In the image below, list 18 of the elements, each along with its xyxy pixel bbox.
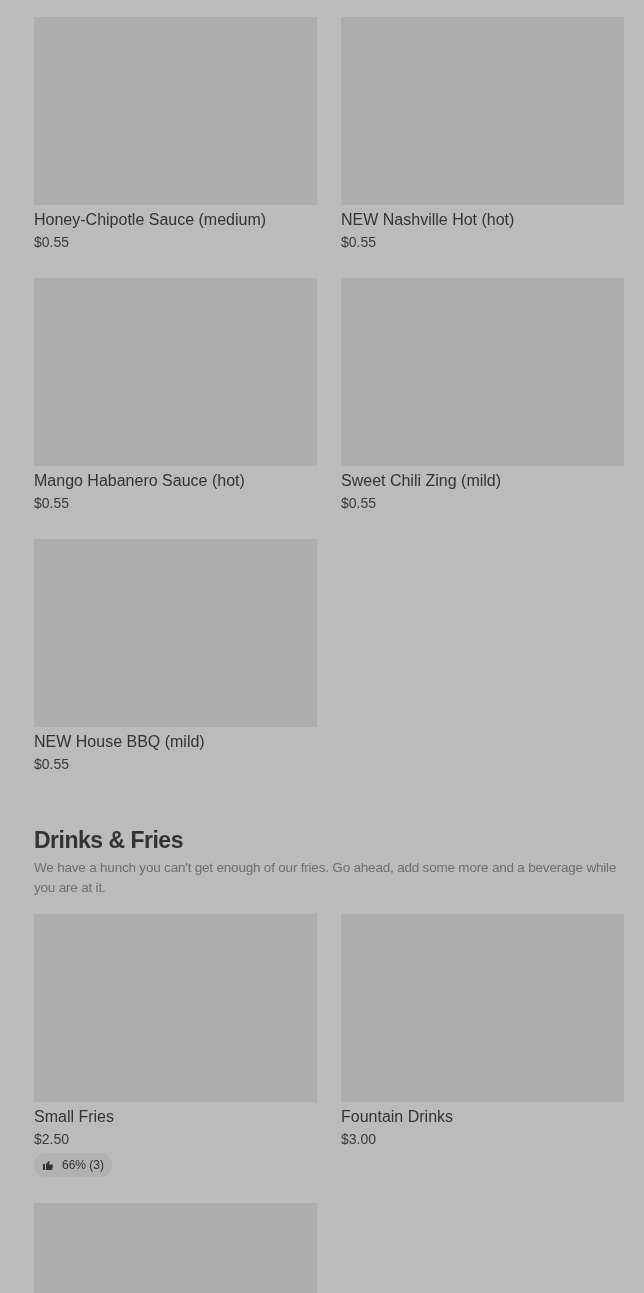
item-price: $0.55 [341, 494, 378, 513]
item-price: $3.00 [341, 1130, 378, 1149]
section-description: We have a hunch you can't get enough of our fries. Go ahead, add some more and a beverage while you are at it. [34, 859, 618, 897]
item-price: $2.50 [34, 1130, 71, 1149]
item-price: $0.55 [34, 233, 71, 252]
item-name: Sweet Chili Zing (mild) [341, 471, 503, 491]
thumbs-up-icon [42, 1159, 54, 1171]
item-name: Small Fries [34, 1107, 115, 1127]
item-name: Mango Habanero Sauce (hot) [34, 471, 246, 491]
item-price: $0.55 [34, 755, 71, 774]
item-name: NEW House BBQ (mild) [34, 732, 206, 752]
item-price: $0.55 [34, 494, 71, 513]
item-name: Fountain Drinks [341, 1107, 455, 1127]
section-heading: Drinks & Fries [34, 826, 184, 854]
item-name: Honey-Chipotle Sauce (medium) [34, 210, 268, 230]
item-price: $0.55 [341, 233, 378, 252]
rating-text: 66% (3) [62, 1157, 105, 1174]
item-name: NEW Nashville Hot (hot) [341, 210, 516, 230]
